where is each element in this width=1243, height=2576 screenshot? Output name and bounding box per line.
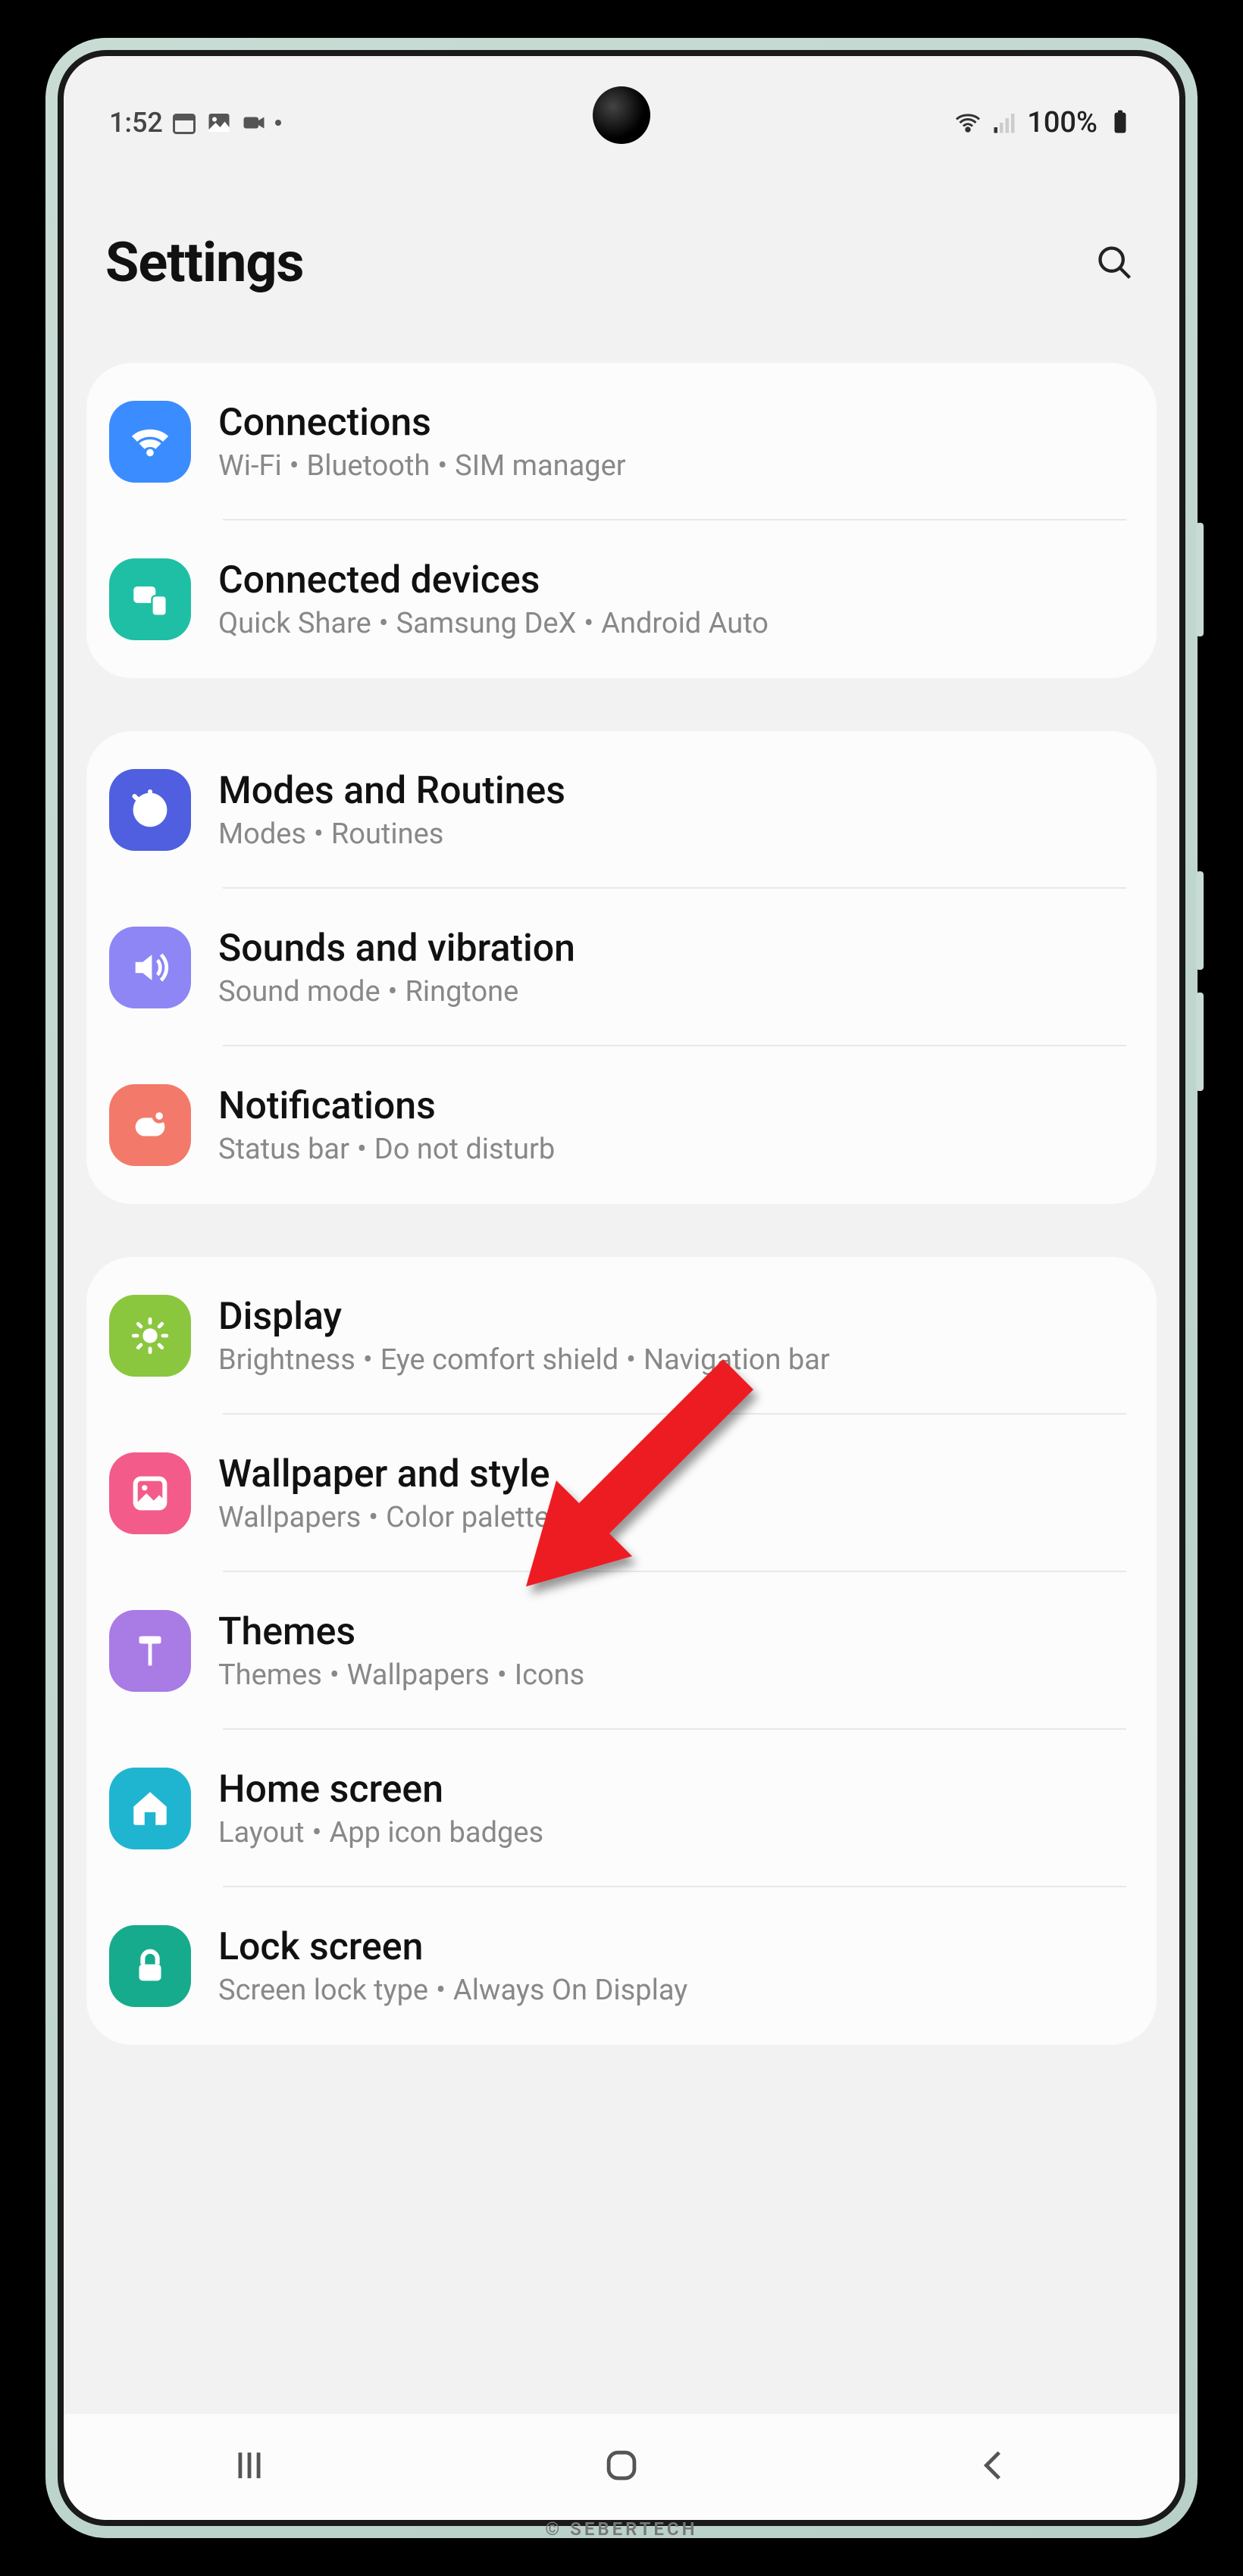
battery-icon [1107,109,1134,136]
item-subtitle: Brightness•Eye comfort shield•Navigation… [218,1343,1126,1377]
item-text: Sounds and vibration Sound mode•Ringtone [218,927,1126,1008]
page-title: Settings [105,230,303,295]
settings-group: Connections Wi-Fi•Bluetooth•SIM manager … [86,363,1157,678]
item-text: Display Brightness•Eye comfort shield•Na… [218,1295,1126,1377]
wallpaper-icon [109,1452,191,1534]
notif-icon [109,1084,191,1166]
volume-down-button [1196,993,1204,1091]
watermark: © SEBERTECH [545,2518,697,2540]
item-text: Notifications Status bar•Do not disturb [218,1084,1126,1166]
display-icon [109,1295,191,1377]
home-icon [109,1768,191,1849]
status-right: 100% [954,106,1134,139]
devices-icon [109,558,191,640]
item-title: Home screen [218,1768,1126,1812]
item-subtitle: Wi-Fi•Bluetooth•SIM manager [218,449,1126,483]
item-title: Display [218,1295,1126,1339]
search-icon [1095,243,1135,283]
item-title: Connected devices [218,558,1126,602]
item-text: Connections Wi-Fi•Bluetooth•SIM manager [218,401,1126,483]
item-subtitle: Themes•Wallpapers•Icons [218,1658,1126,1692]
item-title: Themes [218,1610,1126,1654]
phone-frame: © SEBERTECH 1:52 [45,38,1198,2538]
item-subtitle: Screen lock type•Always On Display [218,1974,1126,2007]
settings-item-wallpaper-and-style[interactable]: Wallpaper and style Wallpapers•Color pal… [86,1415,1157,1572]
item-title: Modes and Routines [218,769,1126,813]
header: Settings [64,155,1179,363]
item-text: Home screen Layout•App icon badges [218,1768,1126,1849]
sound-icon [109,927,191,1008]
settings-item-connected-devices[interactable]: Connected devices Quick Share•Samsung De… [86,521,1157,678]
battery-text: 100% [1027,106,1097,139]
settings-item-notifications[interactable]: Notifications Status bar•Do not disturb [86,1046,1157,1204]
item-title: Connections [218,401,1126,445]
calendar-icon [171,109,198,136]
wifi-icon [109,401,191,483]
recents-button[interactable] [227,2443,271,2490]
video-icon [240,109,268,136]
image-icon [205,109,233,136]
settings-group: Modes and Routines Modes•Routines Sounds… [86,731,1157,1204]
item-subtitle: Layout•App icon badges [218,1816,1126,1849]
settings-item-display[interactable]: Display Brightness•Eye comfort shield•Na… [86,1257,1157,1415]
more-icon [275,120,281,126]
item-title: Lock screen [218,1925,1126,1969]
back-button[interactable] [972,2443,1016,2490]
item-text: Wallpaper and style Wallpapers•Color pal… [218,1452,1126,1534]
settings-item-themes[interactable]: Themes Themes•Wallpapers•Icons [86,1572,1157,1730]
item-subtitle: Status bar•Do not disturb [218,1133,1126,1166]
item-text: Modes and Routines Modes•Routines [218,769,1126,851]
item-text: Themes Themes•Wallpapers•Icons [218,1610,1126,1692]
item-subtitle: Modes•Routines [218,818,1126,851]
screen: 1:52 100% [58,50,1185,2526]
themes-icon [109,1610,191,1692]
settings-item-home-screen[interactable]: Home screen Layout•App icon badges [86,1730,1157,1887]
item-title: Sounds and vibration [218,927,1126,971]
navigation-bar [64,2414,1179,2520]
wifi-status-icon [954,109,982,136]
volume-up-button [1196,871,1204,970]
settings-item-sounds-and-vibration[interactable]: Sounds and vibration Sound mode•Ringtone [86,889,1157,1046]
item-text: Lock screen Screen lock type•Always On D… [218,1925,1126,2007]
side-button [1196,523,1204,636]
search-button[interactable] [1092,240,1138,286]
settings-group: Display Brightness•Eye comfort shield•Na… [86,1257,1157,2045]
item-subtitle: Quick Share•Samsung DeX•Android Auto [218,607,1126,640]
item-title: Wallpaper and style [218,1452,1126,1496]
settings-list: Connections Wi-Fi•Bluetooth•SIM manager … [64,363,1179,2045]
camera-hole [593,86,650,144]
home-button[interactable] [600,2443,643,2490]
lock-icon [109,1925,191,2007]
routines-icon [109,769,191,851]
status-time: 1:52 [109,107,163,139]
settings-item-lock-screen[interactable]: Lock screen Screen lock type•Always On D… [86,1887,1157,2045]
item-text: Connected devices Quick Share•Samsung De… [218,558,1126,640]
item-subtitle: Sound mode•Ringtone [218,975,1126,1008]
settings-item-connections[interactable]: Connections Wi-Fi•Bluetooth•SIM manager [86,363,1157,521]
settings-item-modes-and-routines[interactable]: Modes and Routines Modes•Routines [86,731,1157,889]
item-title: Notifications [218,1084,1126,1128]
item-subtitle: Wallpapers•Color palette [218,1501,1126,1534]
signal-icon [991,109,1018,136]
status-left: 1:52 [109,107,281,139]
